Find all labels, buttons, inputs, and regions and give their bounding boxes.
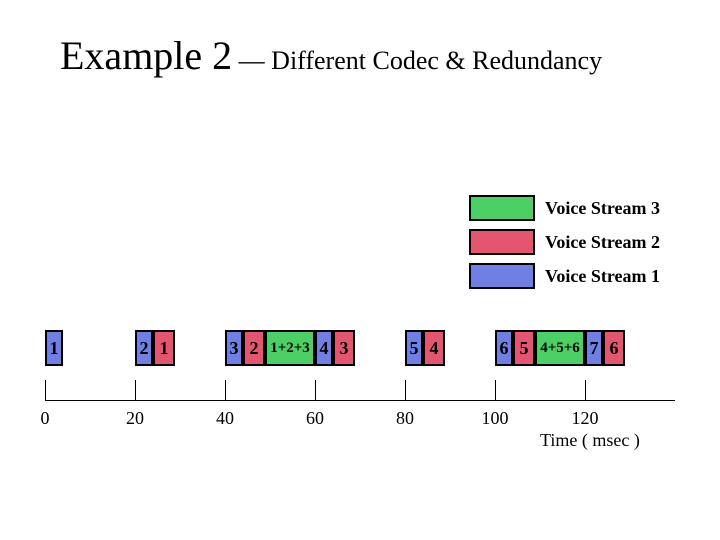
- axis-tick-label: 40: [216, 408, 234, 429]
- axis-tick: [225, 380, 226, 400]
- packet-row: 121321+2+34354654+5+676: [20, 330, 700, 380]
- legend-label: Voice Stream 2: [545, 232, 660, 253]
- axis-tick: [405, 380, 406, 400]
- packet-segment-stream1: 7: [585, 330, 603, 366]
- legend-label: Voice Stream 3: [545, 198, 660, 219]
- legend-row: Voice Stream 1: [469, 263, 660, 289]
- legend-label: Voice Stream 1: [545, 266, 660, 287]
- axis-tick: [495, 380, 496, 400]
- axis-tick: [135, 380, 136, 400]
- packet-segment-stream1: 3: [225, 330, 243, 366]
- legend-row: Voice Stream 3: [469, 195, 660, 221]
- legend: Voice Stream 3 Voice Stream 2 Voice Stre…: [469, 195, 660, 297]
- packet-segment-stream3: 1+2+3: [265, 330, 315, 366]
- packet-segment-stream3: 4+5+6: [535, 330, 585, 366]
- timeline-chart: 121321+2+34354654+5+676 020406080100120T…: [20, 320, 700, 490]
- title-sub: Different Codec & Redundancy: [271, 46, 602, 75]
- axis-tick: [45, 380, 46, 400]
- axis-tick: [315, 380, 316, 400]
- axis-tick-label: 20: [126, 408, 144, 429]
- packet-segment-stream2: 5: [513, 330, 535, 366]
- packet-segment-stream2: 4: [423, 330, 445, 366]
- axis-tick-label: 60: [306, 408, 324, 429]
- axis-tick-label: 100: [482, 408, 509, 429]
- packet-segment-stream2: 2: [243, 330, 265, 366]
- legend-swatch-stream3: [469, 195, 535, 221]
- packet-segment-stream1: 5: [405, 330, 423, 366]
- slide-title: Example 2 — Different Codec & Redundancy: [60, 32, 602, 79]
- packet-segment-stream2: 3: [333, 330, 355, 366]
- packet-segment-stream1: 4: [315, 330, 333, 366]
- packet-segment-stream1: 2: [135, 330, 153, 366]
- packet-segment-stream1: 6: [495, 330, 513, 366]
- x-axis: [45, 400, 675, 401]
- legend-swatch-stream1: [469, 263, 535, 289]
- title-main: Example 2: [60, 33, 232, 78]
- axis-tick: [585, 380, 586, 400]
- slide: Example 2 — Different Codec & Redundancy…: [0, 0, 720, 540]
- legend-swatch-stream2: [469, 229, 535, 255]
- axis-tick-label: 120: [572, 408, 599, 429]
- legend-row: Voice Stream 2: [469, 229, 660, 255]
- x-axis-title: Time ( msec ): [540, 430, 640, 451]
- packet-segment-stream2: 1: [153, 330, 175, 366]
- packet-segment-stream2: 6: [603, 330, 625, 366]
- axis-tick-label: 0: [41, 408, 50, 429]
- axis-tick-label: 80: [396, 408, 414, 429]
- packet-segment-stream1: 1: [45, 330, 63, 366]
- title-separator: —: [232, 46, 271, 75]
